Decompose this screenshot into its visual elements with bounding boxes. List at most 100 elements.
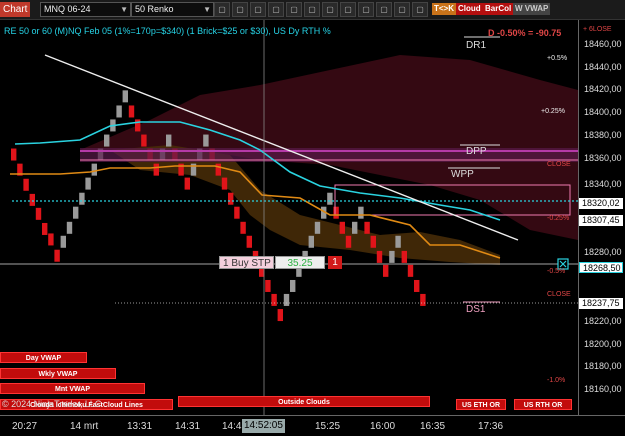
- price-tick: 18340,00: [584, 179, 622, 189]
- pct-label-close-top: CLOSE: [547, 161, 571, 168]
- bar-type-selector[interactable]: 50 Renko ▼: [131, 2, 214, 17]
- renko-brick: [407, 264, 414, 277]
- pl-readout: D -0.50% = -90.75: [488, 28, 562, 38]
- renko-brick: [128, 105, 135, 118]
- toolbar-button-1[interactable]: ▢: [214, 2, 230, 17]
- renko-brick: [420, 293, 426, 306]
- pct-label-minus-1: -1.0%: [547, 377, 566, 384]
- level-dpp: DPP: [466, 146, 487, 157]
- renko-brick: [215, 163, 221, 176]
- time-tick: 20:27: [12, 421, 38, 432]
- renko-brick: [401, 250, 407, 263]
- renko-brick: [333, 206, 339, 219]
- toolbar-button-7[interactable]: ▢: [322, 2, 338, 17]
- wkly-vwap-button[interactable]: Wkly VWAP: [0, 368, 116, 379]
- renko-brick: [364, 221, 370, 234]
- price-tick: 18460,00: [584, 39, 622, 49]
- renko-brick: [221, 177, 228, 190]
- time-tick: 14 mrt: [70, 421, 99, 432]
- order-quantity[interactable]: 1: [328, 256, 342, 269]
- time-tick: 14:4: [222, 421, 242, 432]
- renko-brick: [228, 192, 234, 205]
- renko-brick: [234, 206, 240, 219]
- level-wpp: WPP: [451, 169, 474, 180]
- toolbar-button-4[interactable]: ▢: [268, 2, 284, 17]
- pct-label-minus-05: -0.5%: [547, 268, 566, 275]
- renko-brick: [265, 279, 271, 292]
- renko-brick: [29, 193, 35, 206]
- chevron-down-icon: ▼: [120, 5, 128, 14]
- renko-brick: [414, 279, 420, 292]
- renko-brick: [135, 119, 141, 132]
- renko-brick: [240, 221, 246, 234]
- renko-brick: [345, 235, 352, 248]
- price-flag-upper: 18320,02: [579, 198, 623, 209]
- renko-brick: [73, 206, 79, 219]
- toolbar-button-8[interactable]: ▢: [340, 2, 356, 17]
- axis-top-label: + 6LOSE: [583, 26, 612, 33]
- price-tick: 18280,00: [584, 247, 622, 257]
- level-dr1: DR1: [466, 40, 487, 51]
- renko-brick: [104, 134, 110, 147]
- toolbar-button-10[interactable]: ▢: [376, 2, 392, 17]
- renko-brick: [35, 207, 42, 220]
- renko-brick: [370, 235, 376, 248]
- time-tick: 16:35: [420, 421, 446, 432]
- time-tick: 13:31: [127, 421, 153, 432]
- renko-brick: [48, 233, 54, 246]
- renko-brick: [11, 148, 17, 161]
- toolbar-button-9[interactable]: ▢: [358, 2, 374, 17]
- renko-brick: [91, 163, 97, 176]
- vwap-toggle[interactable]: W VWAP: [513, 3, 551, 15]
- outside-clouds-button[interactable]: Outside Clouds: [178, 396, 430, 407]
- price-flag-last: 18237,75: [579, 298, 623, 309]
- mnt-vwap-button[interactable]: Mnt VWAP: [0, 383, 145, 394]
- price-tick: 18220,00: [584, 316, 622, 326]
- renko-brick: [383, 264, 389, 277]
- order-label[interactable]: 1 Buy STP: [219, 256, 274, 269]
- crosshair-time: 14:52:05: [242, 419, 285, 433]
- time-tick: 16:00: [370, 421, 396, 432]
- renko-brick: [314, 221, 321, 234]
- price-tick: 18360,00: [584, 153, 622, 163]
- pct-label-plus-05: +0.5%: [547, 55, 568, 62]
- time-tick: 15:25: [315, 421, 341, 432]
- renko-brick: [85, 177, 91, 190]
- price-flag-mid: 18307,45: [579, 215, 623, 226]
- toolbar-button-12[interactable]: ▢: [412, 2, 428, 17]
- day-vwap-button[interactable]: Day VWAP: [0, 352, 87, 363]
- renko-brick: [79, 192, 85, 205]
- price-tick: 18440,00: [584, 62, 622, 72]
- renko-brick: [395, 235, 401, 248]
- time-axis[interactable]: 20:27 14 mrt 13:31 14:31 14:4 14:52:05 1…: [0, 415, 625, 436]
- us-eth-or-button[interactable]: US ETH OR: [456, 399, 506, 410]
- price-tick: 18380,00: [584, 130, 622, 140]
- us-rth-or-button[interactable]: US RTH OR: [514, 399, 572, 410]
- price-axis[interactable]: + 6LOSE 18460,00 18440,00 18420,00 18400…: [578, 20, 625, 415]
- renko-brick: [184, 177, 190, 190]
- level-ds1: DS1: [466, 304, 486, 315]
- toolbar-button-11[interactable]: ▢: [394, 2, 410, 17]
- price-tick: 18180,00: [584, 361, 622, 371]
- renko-brick: [122, 90, 128, 103]
- toolbar-button-6[interactable]: ▢: [304, 2, 320, 17]
- toolbar-button-2[interactable]: ▢: [232, 2, 248, 17]
- chart-tab[interactable]: Chart: [0, 2, 31, 17]
- toolbar-button-5[interactable]: ▢: [286, 2, 302, 17]
- pct-label-minus-025: -0.25%: [547, 215, 570, 222]
- renko-brick: [116, 105, 122, 118]
- tk-toggle[interactable]: T<>K: [432, 3, 457, 15]
- toolbar-button-3[interactable]: ▢: [250, 2, 266, 17]
- cloud-toggle[interactable]: Cloud: [456, 3, 483, 15]
- renko-brick: [290, 279, 296, 292]
- barcol-toggle[interactable]: BarCol: [483, 3, 514, 15]
- instrument-selector[interactable]: MNQ 06-24 ▼: [40, 2, 131, 17]
- renko-brick: [339, 221, 345, 234]
- renko-brick: [352, 221, 358, 234]
- order-price[interactable]: 35.25: [275, 256, 325, 269]
- time-tick: 17:36: [478, 421, 504, 432]
- price-tick: 18420,00: [584, 84, 622, 94]
- pct-label-plus-025: +0.25%: [541, 108, 565, 115]
- renko-brick: [389, 250, 395, 263]
- price-flag-current: 18268,50: [579, 262, 623, 273]
